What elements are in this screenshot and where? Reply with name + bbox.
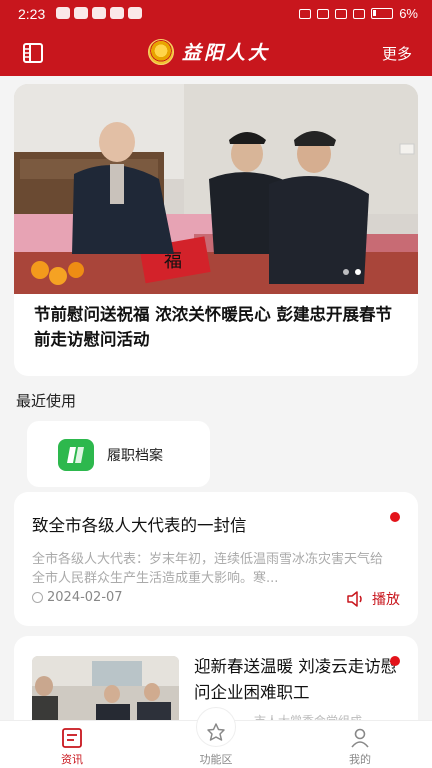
app-title-group: 益阳人大 — [148, 38, 270, 65]
recent-section-label: 最近使用 — [16, 392, 77, 410]
nav-tab-mine[interactable]: 我的 — [305, 721, 415, 768]
national-emblem-icon — [148, 38, 174, 65]
eye-icon — [128, 7, 142, 19]
shield-icon — [92, 7, 106, 19]
battery-level: 6% — [399, 6, 418, 21]
notification-icon — [56, 7, 70, 19]
cloud-icon — [74, 7, 88, 19]
hero-news-card[interactable]: 福 节前慰问送祝福 浓浓关怀暖民心 彭建忠开展春节前走访慰问活动 — [14, 84, 418, 376]
play-label: 播放 — [372, 592, 400, 608]
notification-icons — [56, 7, 142, 19]
top-bar: 2:23 6% 益阳人大 更多 — [0, 0, 432, 76]
news-date: 2024-02-07 — [32, 590, 123, 605]
unread-dot — [390, 656, 400, 666]
news-date-text: 2024-02-07 — [47, 590, 123, 605]
archive-icon — [58, 439, 94, 471]
nav-tab-label: 资讯 — [61, 753, 83, 766]
status-time: 2:23 — [18, 6, 46, 22]
hero-photo: 福 — [14, 84, 418, 294]
user-icon — [351, 728, 369, 748]
vibrate-icon — [317, 8, 330, 19]
news-card[interactable]: 致全市各级人大代表的一封信 全市各级人大代表：岁末年初，连续低温雨雪冰冻灾害天气… — [14, 492, 418, 626]
app-header: 益阳人大 更多 — [0, 28, 432, 76]
functions-icon — [207, 723, 225, 741]
more-button[interactable]: 更多 — [382, 43, 412, 64]
nav-tab-label: 我的 — [349, 753, 371, 766]
news-title: 致全市各级人大代表的一封信 — [32, 516, 247, 535]
news-summary: 全市各级人大代表：岁末年初，连续低温雨雪冰冻灾害天气给全市人民群众生产生活造成重… — [32, 552, 384, 586]
hero-title: 节前慰问送祝福 浓浓关怀暖民心 彭建忠开展春节前走访慰问活动 — [34, 305, 392, 349]
app-title: 益阳人大 — [182, 42, 271, 64]
nav-tab-functions[interactable]: 功能区 — [161, 707, 271, 768]
bottom-nav: 资讯 功能区 我的 — [0, 707, 432, 768]
battery-icon — [371, 8, 394, 19]
nav-tab-label: 功能区 — [199, 753, 233, 766]
unread-dot — [390, 512, 400, 522]
nfc-icon — [299, 8, 312, 19]
nav-tab-news[interactable]: 资讯 — [17, 721, 127, 768]
news-icon — [62, 728, 82, 748]
speaker-icon — [347, 591, 362, 607]
wifi-icon — [335, 8, 348, 19]
recent-item-archive[interactable]: 履职档案 — [27, 421, 210, 487]
news-title: 迎新春送温暖 刘凌云走访慰问企业困难职工 — [194, 657, 398, 702]
status-right: 6% — [299, 6, 418, 21]
status-bar: 2:23 6% — [0, 0, 432, 28]
clock-icon — [32, 592, 43, 603]
recent-item-label: 履职档案 — [107, 448, 163, 464]
chat-icon — [110, 7, 124, 19]
play-audio-button[interactable]: 播放 — [346, 589, 400, 609]
signal-icon — [353, 8, 366, 19]
svg-text:福: 福 — [164, 251, 182, 272]
sidebar-menu-icon[interactable] — [22, 42, 44, 64]
